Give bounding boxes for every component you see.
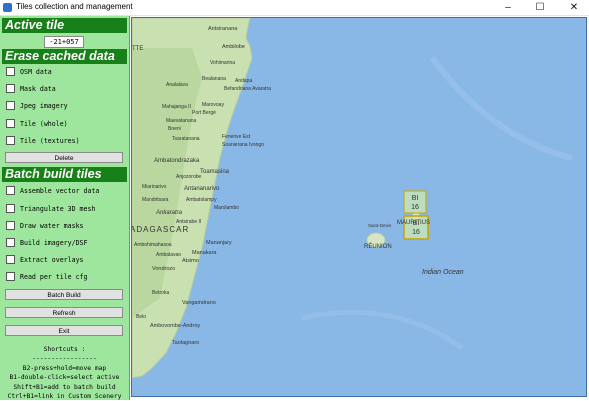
city-label: Ambohimahasoa — [134, 242, 172, 248]
minimize-icon[interactable]: – — [497, 0, 519, 15]
checkbox-box[interactable] — [6, 136, 15, 145]
city-label: Belo — [136, 314, 146, 320]
city-label: Antsiranana — [208, 26, 238, 32]
shortcut-line: B1-double-click=select active — [9, 374, 120, 382]
shortcut-line: Shift+B1=add to batch build — [13, 383, 116, 391]
city-label: Antananarivo — [184, 186, 220, 192]
city-label: Ambalavao — [156, 252, 181, 258]
city-label: Boeni — [168, 126, 181, 132]
checkbox-box[interactable] — [6, 101, 15, 110]
map-canvas[interactable]: BI 16 BI 16 TTE Antsiranana Ambilobe Voh… — [132, 18, 587, 397]
reunion-label: RÉUNION — [364, 243, 392, 250]
map-view[interactable]: BI 16 BI 16 TTE Antsiranana Ambilobe Voh… — [131, 17, 587, 397]
city-label: Saint-Denis — [368, 223, 392, 228]
checkbox-tile-whole[interactable]: Tile (whole) — [6, 118, 68, 129]
city-label: Ambatondrazaka — [154, 158, 200, 164]
checkbox-box[interactable] — [6, 272, 15, 281]
city-label: Mananjary — [206, 240, 232, 246]
city-label: Tsaratanana — [172, 136, 200, 142]
city-label: Andapa — [235, 78, 252, 84]
city-label: Analalava — [166, 82, 188, 88]
city-label: Manakara — [192, 250, 217, 256]
checkbox-box[interactable] — [6, 255, 15, 264]
country-label: ADAGASCAR — [132, 225, 189, 234]
control-panel: Active tile -21+057 Erase cached data OS… — [0, 16, 130, 400]
city-label: Bealanana — [202, 76, 226, 82]
city-label: Anjozorobe — [176, 174, 202, 180]
checkbox-box[interactable] — [6, 204, 15, 213]
checkbox-box[interactable] — [6, 221, 15, 230]
city-label: Ambilobe — [222, 44, 245, 50]
city-label: Port Bergé — [192, 110, 216, 116]
city-label: Taolagnaro — [172, 340, 199, 346]
title-bar: Tiles collection and management – ☐ ✕ — [0, 0, 589, 16]
city-label: Fenerive Est — [222, 134, 251, 140]
tile-marker[interactable]: BI 16 — [403, 190, 427, 214]
city-label: Marolambo — [214, 205, 239, 211]
checkbox-box[interactable] — [6, 67, 15, 76]
city-label: Vangaindrano — [182, 300, 216, 306]
svg-text:16: 16 — [411, 204, 419, 211]
checkbox-mask-data[interactable]: Mask data — [6, 83, 56, 94]
checkbox-jpeg-imagery[interactable]: Jpeg imagery — [6, 100, 68, 111]
city-label: Ambovombe-Androy — [150, 323, 200, 329]
close-icon[interactable]: ✕ — [563, 0, 585, 15]
refresh-button[interactable]: Refresh — [5, 307, 123, 318]
city-label: Maevatanana — [166, 118, 197, 124]
erase-cache-header: Erase cached data — [2, 49, 127, 64]
city-label: Miarinarivo — [142, 184, 167, 190]
active-tile-field[interactable]: -21+057 — [44, 36, 84, 48]
checkbox-read-per-tile-cfg[interactable]: Read per tile cfg — [6, 271, 88, 282]
app-icon — [3, 3, 12, 12]
checkbox-tile-textures[interactable]: Tile (textures) — [6, 135, 80, 146]
checkbox-triangulate-mesh[interactable]: Triangulate 3D mesh — [6, 203, 95, 214]
checkbox-osm-data[interactable]: OSM data — [6, 66, 52, 77]
checkbox-box[interactable] — [6, 238, 15, 247]
checkbox-draw-water-masks[interactable]: Draw water masks — [6, 220, 84, 231]
checkbox-extract-overlays[interactable]: Extract overlays — [6, 254, 84, 265]
city-label: Vohimarina — [210, 60, 235, 66]
maximize-icon[interactable]: ☐ — [529, 0, 551, 15]
active-tile-header: Active tile — [2, 18, 127, 33]
city-label: Marovoay — [202, 102, 224, 108]
batch-build-button[interactable]: Batch Build — [5, 289, 123, 300]
checkbox-build-imagery-dsf[interactable]: Build imagery/DSF — [6, 237, 88, 248]
checkbox-assemble-vector[interactable]: Assemble vector data — [6, 185, 99, 196]
shortcut-line: B2-press+hold=move map — [22, 364, 107, 372]
checkbox-box[interactable] — [6, 186, 15, 195]
city-label: Vondrozo — [152, 266, 175, 272]
exit-button[interactable]: Exit — [5, 325, 123, 336]
city-label: Atsimo — [182, 258, 199, 264]
map-label: TTE — [132, 46, 143, 52]
delete-button[interactable]: Delete — [5, 152, 123, 163]
city-label: Befandriana Avaratra — [224, 86, 271, 92]
ocean-ridge — [429, 56, 573, 161]
window-title: Tiles collection and management — [16, 2, 133, 11]
checkbox-box[interactable] — [6, 84, 15, 93]
region-label: Ankaratra — [155, 210, 183, 216]
ocean-label: Indian Ocean — [422, 269, 464, 276]
shortcuts-title: Shortcuts : — [43, 346, 86, 353]
svg-text:BI: BI — [412, 195, 419, 202]
city-label: Betroka — [152, 290, 169, 296]
city-label: Mahajanga II — [162, 104, 191, 110]
shortcuts-divider: ----------------- — [32, 355, 97, 363]
city-label: Soanierana Ivongo — [222, 142, 264, 148]
city-label: Toamasina — [200, 169, 230, 175]
ocean-ridge — [301, 309, 464, 351]
mauritius-label: MAURITIUS — [397, 220, 430, 226]
batch-build-header: Batch build tiles — [2, 167, 127, 182]
svg-text:16: 16 — [412, 229, 420, 236]
city-label: Ambatolampy — [186, 197, 217, 203]
shortcuts-help: Shortcuts : ----------------- B2-press+h… — [2, 345, 127, 401]
city-label: Mandritsara — [142, 197, 169, 203]
checkbox-box[interactable] — [6, 119, 15, 128]
